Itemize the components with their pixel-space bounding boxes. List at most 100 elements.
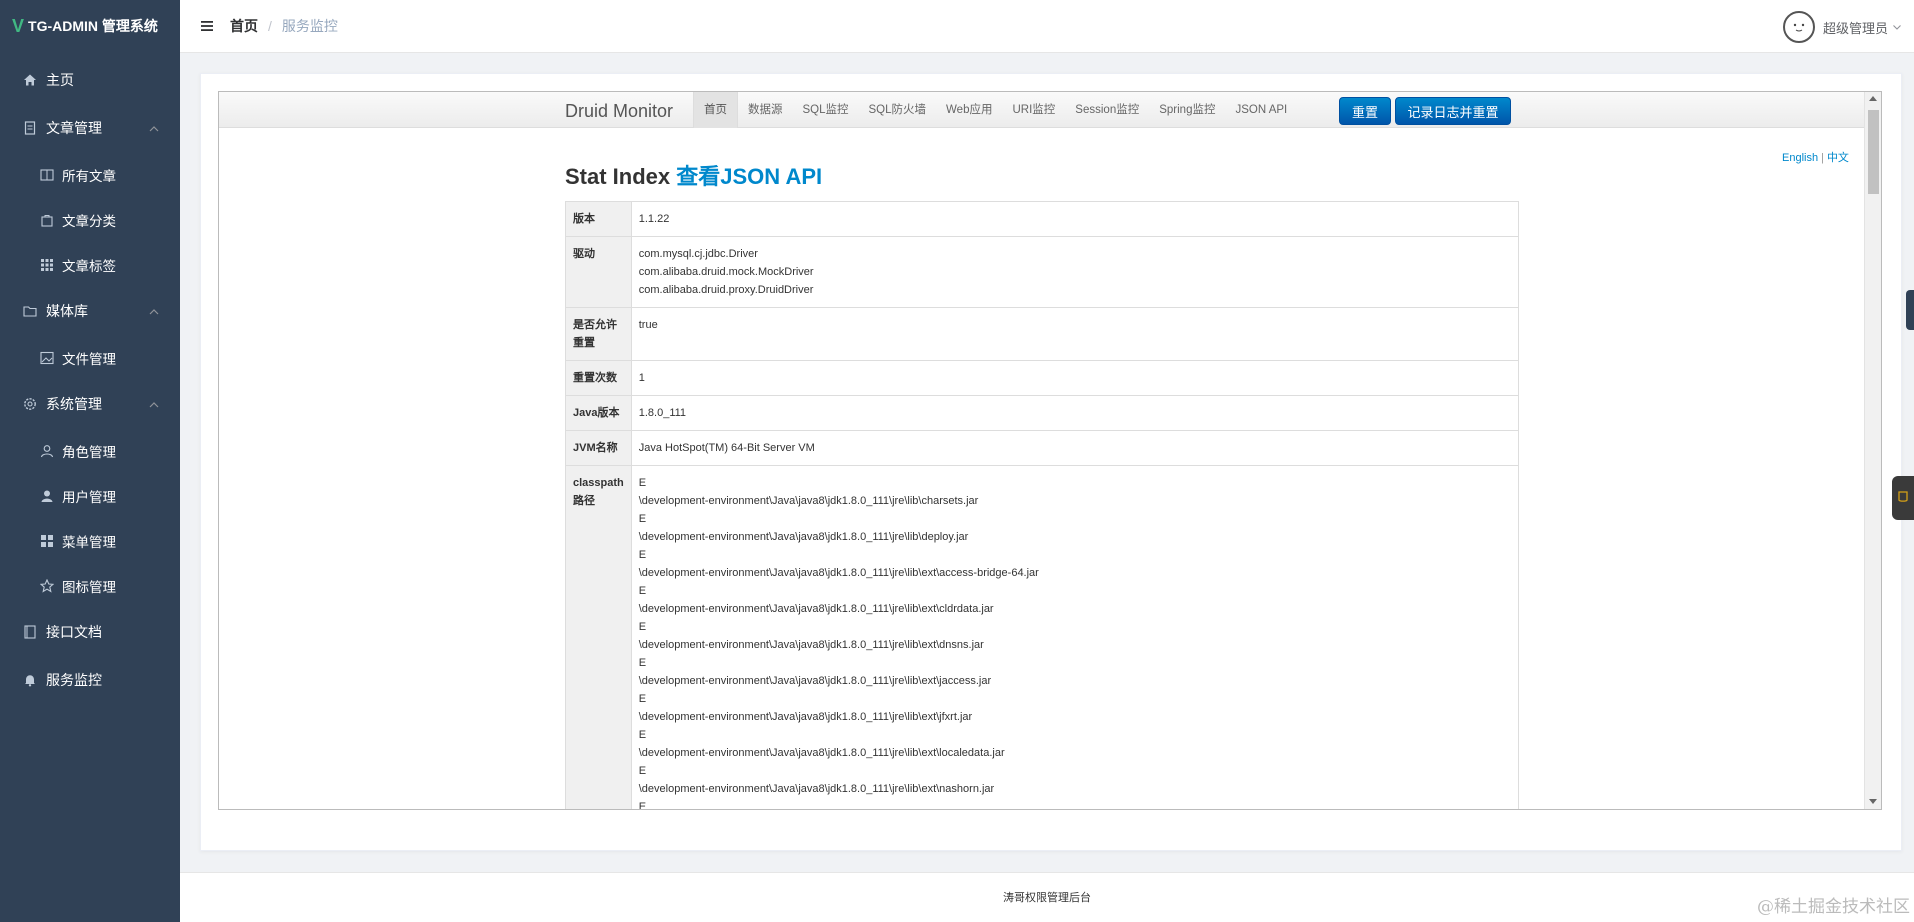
row-key: 驱动 <box>565 236 632 308</box>
table-row: 驱动 com.mysql.cj.jdbc.Driver com.alibaba.dr… <box>565 236 1520 308</box>
row-key: JVM名称 <box>565 430 632 466</box>
side-floating-button[interactable] <box>1892 476 1914 520</box>
row-value-line: \development-environment\Java\java8\jdk1… <box>638 639 984 651</box>
druid-brand[interactable]: Druid Monitor <box>565 101 673 122</box>
row-key: classpath路径 <box>565 465 632 809</box>
bag-icon <box>40 213 54 227</box>
row-value-line: \development-environment\Java\java8\jdk1… <box>638 675 992 687</box>
row-value-line: \development-environment\Java\java8\jdk1… <box>638 495 979 507</box>
logo-mark: V <box>12 15 25 36</box>
breadcrumb-separator: / <box>268 18 272 34</box>
table-row: 重置次数 1 <box>565 360 1520 396</box>
sidebar-item-label: 所有文章 <box>62 168 116 184</box>
row-value: 1.1.22 <box>630 201 1520 237</box>
druid-nav-sql[interactable]: SQL监控 <box>793 92 859 128</box>
log-and-reset-button[interactable]: 记录日志并重置 <box>1395 97 1511 125</box>
druid-monitor-frame[interactable]: Druid Monitor 首页 数据源 SQL监控 SQL防火墙 Web应用 … <box>218 91 1882 810</box>
table-row: 是否允许重置 true <box>565 307 1520 361</box>
cup-icon <box>1897 489 1909 508</box>
table-row: 版本 1.1.22 <box>565 201 1520 237</box>
side-floating-tab[interactable] <box>1906 290 1914 330</box>
row-value-line: E <box>638 477 647 489</box>
page-title: Stat Index 查看JSON API <box>565 159 822 191</box>
sidebar-item-api-docs[interactable]: 接口文档 <box>0 608 180 656</box>
scroll-down-arrow-icon[interactable] <box>1869 799 1877 804</box>
row-value-line: \development-environment\Java\java8\jdk1… <box>638 531 969 543</box>
avatar <box>1782 11 1815 43</box>
picture-icon <box>40 351 54 365</box>
stat-index-title: Stat Index <box>565 164 671 189</box>
druid-nav-json-api[interactable]: JSON API <box>1225 92 1297 128</box>
druid-nav-webapp[interactable]: Web应用 <box>936 92 1002 128</box>
druid-nav-home[interactable]: 首页 <box>693 92 738 128</box>
druid-navbar: Druid Monitor 首页 数据源 SQL监控 SQL防火墙 Web应用 … <box>219 92 1865 128</box>
row-value: Java HotSpot(TM) 64-Bit Server VM <box>630 430 1520 466</box>
row-value-line: \development-environment\Java\java8\jdk1… <box>638 567 1039 579</box>
row-value: 1 <box>630 360 1520 396</box>
druid-nav-session[interactable]: Session监控 <box>1065 92 1149 128</box>
chevron-up-icon <box>148 122 160 134</box>
row-value-line: E <box>638 801 647 810</box>
row-value: com.mysql.cj.jdbc.Driver com.alibaba.drui… <box>630 236 1520 308</box>
row-value-line: \development-environment\Java\java8\jdk1… <box>638 747 1005 759</box>
sidebar: V TG-ADMIN 管理系统 主页 文章管理 所有文章 文章分类 文章标签 媒… <box>0 0 180 922</box>
app-logo[interactable]: V TG-ADMIN 管理系统 <box>0 0 180 52</box>
gear-icon <box>22 396 38 412</box>
document-icon <box>22 120 38 136</box>
footer-text: 涛哥权限管理后台 <box>1003 892 1091 904</box>
lang-chinese-link[interactable]: 中文 <box>1827 152 1849 164</box>
sidebar-item-home[interactable]: 主页 <box>0 56 180 104</box>
vertical-scrollbar[interactable] <box>1864 92 1881 809</box>
sidebar-item-service-monitor[interactable]: 服务监控 <box>0 656 180 704</box>
sidebar-item-article-category[interactable]: 文章分类 <box>0 197 180 242</box>
row-value: true <box>630 307 1520 361</box>
sidebar-item-label: 图标管理 <box>62 579 116 595</box>
top-navbar: 首页 / 服务监控 超级管理员 <box>180 0 1914 53</box>
hamburger-icon[interactable] <box>200 19 214 33</box>
table-row: JVM名称 Java HotSpot(TM) 64-Bit Server VM <box>565 430 1520 466</box>
home-icon <box>22 72 38 88</box>
row-value-line: E <box>638 549 647 561</box>
druid-nav-wall[interactable]: SQL防火墙 <box>859 92 937 128</box>
sidebar-item-file-management[interactable]: 文件管理 <box>0 335 180 380</box>
sidebar-item-label: 菜单管理 <box>62 534 116 550</box>
view-json-api-link[interactable]: 查看JSON API <box>676 164 822 189</box>
user-dropdown[interactable]: 超级管理员 <box>1782 11 1902 43</box>
grid-icon <box>40 258 54 272</box>
breadcrumb-home[interactable]: 首页 <box>230 16 258 36</box>
sidebar-item-system-management[interactable]: 系统管理 <box>0 380 180 428</box>
row-value: 1.8.0_111 <box>630 395 1520 431</box>
druid-nav-datasource[interactable]: 数据源 <box>738 92 793 128</box>
druid-nav-links: 首页 数据源 SQL监控 SQL防火墙 Web应用 URI监控 Session监… <box>693 92 1297 128</box>
app-title: TG-ADMIN 管理系统 <box>28 18 158 34</box>
sidebar-item-label: 文章管理 <box>46 120 102 136</box>
row-value-line: E <box>638 765 647 777</box>
reset-button[interactable]: 重置 <box>1339 97 1391 125</box>
user-name: 超级管理员 <box>1822 20 1888 36</box>
sidebar-item-label: 主页 <box>46 72 74 88</box>
lang-english-link[interactable]: English <box>1782 152 1818 164</box>
row-value-line: \development-environment\Java\java8\jdk1… <box>638 603 994 615</box>
druid-nav-spring[interactable]: Spring监控 <box>1149 92 1225 128</box>
druid-nav-uri[interactable]: URI监控 <box>1002 92 1065 128</box>
stat-info-table: 版本 1.1.22 驱动 com.mysql.cj.jdbc.Driver com.al… <box>565 201 1520 810</box>
row-value-line: E <box>638 513 647 525</box>
table-row: classpath路径 E \development-environment\Jav… <box>565 465 1520 810</box>
sidebar-item-user-management[interactable]: 用户管理 <box>0 473 180 518</box>
breadcrumb: 首页 / 服务监控 <box>230 16 338 36</box>
sidebar-item-article-management[interactable]: 文章管理 <box>0 104 180 152</box>
sidebar-item-role-management[interactable]: 角色管理 <box>0 428 180 473</box>
sidebar-item-menu-management[interactable]: 菜单管理 <box>0 518 180 563</box>
scroll-thumb[interactable] <box>1868 110 1879 194</box>
sidebar-item-article-tags[interactable]: 文章标签 <box>0 242 180 287</box>
row-key: 重置次数 <box>565 360 632 396</box>
sidebar-item-label: 文章标签 <box>62 258 116 274</box>
row-value-line: E <box>638 657 647 669</box>
language-switch: English | 中文 <box>1782 149 1849 165</box>
sidebar-item-all-articles[interactable]: 所有文章 <box>0 152 180 197</box>
chevron-up-icon <box>148 398 160 410</box>
sidebar-item-icon-management[interactable]: 图标管理 <box>0 563 180 608</box>
sidebar-item-media-library[interactable]: 媒体库 <box>0 287 180 335</box>
row-value-line: E <box>638 585 647 597</box>
scroll-up-arrow-icon[interactable] <box>1869 96 1877 101</box>
